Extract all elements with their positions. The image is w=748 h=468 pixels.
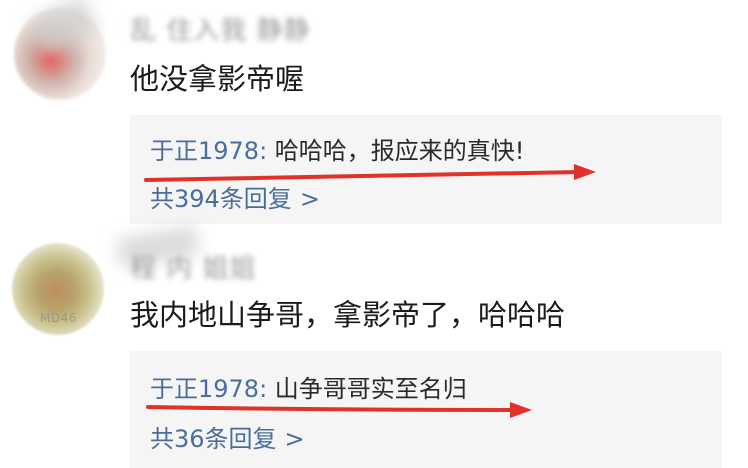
comment-text: 他没拿影帝喔	[130, 62, 305, 96]
view-replies-link[interactable]: 共394条回复 >	[150, 179, 320, 214]
reply-preview-box[interactable]: 于正1978: 山争哥哥实至名归 共36条回复 >	[130, 351, 722, 468]
comment-username[interactable]: 乱 住入我 静静	[130, 10, 311, 47]
reply-text: 山争哥哥实至名归	[274, 375, 467, 403]
comment-thread-page: 乱 住入我 静静 他没拿影帝喔 于正1978: 哈哈哈，报应来的真快! 共394…	[0, 0, 748, 468]
reply-separator: :	[259, 375, 275, 403]
reply-count-label: 共36条回复	[150, 425, 277, 453]
avatar-tag: MD46	[40, 311, 77, 325]
reply-preview-line: 于正1978: 哈哈哈，报应来的真快!	[150, 131, 524, 166]
reply-count-label: 共394条回复	[150, 185, 292, 213]
reply-preview-line: 于正1978: 山争哥哥实至名归	[150, 369, 467, 404]
reply-preview-box[interactable]: 于正1978: 哈哈哈，报应来的真快! 共394条回复 >	[130, 115, 722, 224]
comment-username[interactable]: 程 内 姐姐	[130, 248, 257, 285]
chevron-right-icon: >	[284, 425, 305, 453]
chevron-right-icon: >	[299, 185, 320, 213]
view-replies-link[interactable]: 共36条回复 >	[150, 419, 305, 454]
reply-author-link[interactable]: 于正1978	[150, 137, 259, 165]
reply-text: 哈哈哈，报应来的真快!	[274, 137, 525, 165]
reply-author-link[interactable]: 于正1978	[150, 375, 259, 403]
reply-separator: :	[259, 137, 275, 165]
comment-text: 我内地山争哥，拿影帝了，哈哈哈	[130, 298, 566, 332]
